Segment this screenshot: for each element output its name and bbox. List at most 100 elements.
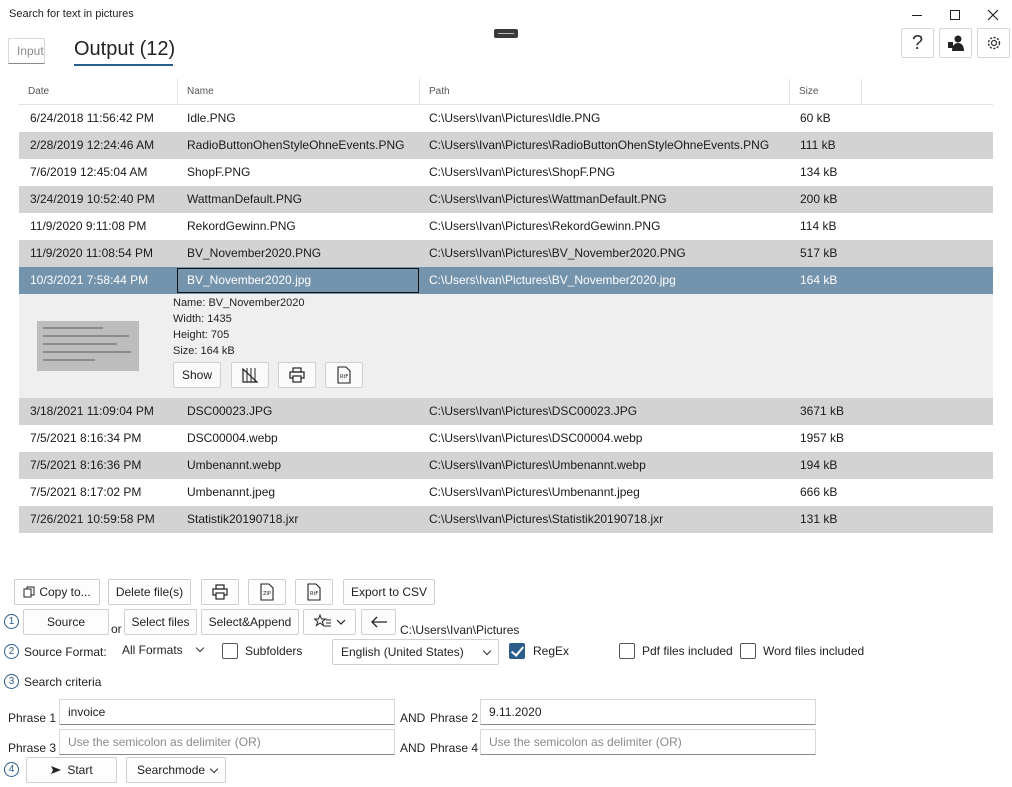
cell-path: C:\Users\Ivan\Pictures\DSC00004.webp — [429, 431, 643, 445]
and-label: AND — [400, 711, 426, 725]
table-row[interactable]: 3/18/2021 11:09:04 PM DSC00023.JPG C:\Us… — [19, 398, 993, 425]
copy-icon — [23, 586, 35, 598]
cell-size: 111 kB — [800, 138, 836, 152]
show-button[interactable]: Show — [173, 362, 221, 388]
select-files-button[interactable]: Select files — [124, 609, 197, 635]
results-table: Date Name Path Size 6/24/2018 11:56:42 P… — [19, 79, 993, 533]
cell-name: BV_November2020.PNG — [187, 246, 322, 260]
regex-checkbox[interactable] — [509, 643, 525, 659]
cell-date: 2/28/2019 12:24:46 AM — [30, 138, 155, 152]
cell-path: C:\Users\Ivan\Pictures\WattmanDefault.PN… — [429, 192, 667, 206]
word-checkbox[interactable] — [740, 643, 756, 659]
account-button[interactable] — [939, 28, 972, 58]
table-row[interactable]: 7/26/2021 10:59:58 PM Statistik20190718.… — [19, 506, 993, 533]
cell-path: C:\Users\Ivan\Pictures\Umbenannt.jpeg — [429, 485, 640, 499]
cell-date: 7/26/2021 10:59:58 PM — [30, 512, 155, 526]
format-select[interactable]: All Formats — [114, 637, 211, 663]
minimize-button[interactable] — [902, 4, 932, 26]
cell-name: DSC00004.webp — [187, 431, 278, 445]
table-row[interactable]: 7/5/2021 8:16:34 PM DSC00004.webp C:\Use… — [19, 425, 993, 452]
pdf-checkbox[interactable] — [619, 643, 635, 659]
table-row[interactable]: 7/5/2021 8:16:36 PM Umbenannt.webp C:\Us… — [19, 452, 993, 479]
tab-output[interactable]: Output (12) — [74, 38, 175, 61]
cell-name: RekordGewinn.PNG — [187, 219, 296, 233]
column-header-name[interactable]: Name — [177, 79, 419, 105]
cell-size: 114 kB — [800, 219, 837, 233]
export-csv-button[interactable]: Export to CSV — [343, 579, 435, 605]
print-list-button[interactable] — [201, 579, 239, 605]
rtf-document-icon: RtF — [307, 583, 321, 601]
tab-input[interactable]: Input — [8, 38, 45, 64]
cell-name: Idle.PNG — [187, 111, 236, 125]
subfolders-label: Subfolders — [245, 644, 303, 658]
cell-size: 131 kB — [800, 512, 838, 526]
print-button[interactable] — [278, 362, 316, 388]
phrase-1-label: Phrase 1 — [8, 711, 57, 725]
minimize-icon — [912, 14, 922, 16]
delete-files-button[interactable]: Delete file(s) — [108, 579, 191, 605]
column-header-empty — [861, 79, 993, 105]
cell-size: 1957 kB — [800, 431, 845, 445]
phrase-3-input[interactable]: Use the semicolon as delimiter (OR) — [59, 729, 395, 755]
cell-size: 666 kB — [800, 485, 838, 499]
settings-button[interactable] — [977, 28, 1010, 58]
cell-date: 6/24/2018 11:56:42 PM — [30, 111, 154, 125]
favorites-dropdown[interactable] — [303, 609, 356, 635]
table-row-selected[interactable]: 10/3/2021 7:58:44 PM BV_November2020.jpg… — [19, 267, 993, 294]
svg-text:RtF: RtF — [310, 591, 318, 597]
language-select[interactable]: English (United States) — [332, 639, 499, 665]
step-3-number: 3 — [4, 674, 19, 689]
cell-path: C:\Users\Ivan\Pictures\DSC00023.JPG — [429, 404, 638, 418]
send-icon — [51, 766, 62, 774]
phrase-1-input[interactable]: invoice — [59, 699, 395, 725]
svg-text:RtF: RtF — [340, 374, 348, 380]
cell-date: 7/6/2019 12:45:04 AM — [30, 165, 148, 179]
phrase-2-label: Phrase 2 — [430, 711, 479, 725]
close-button[interactable] — [978, 4, 1008, 26]
subfolders-checkbox[interactable] — [222, 643, 238, 659]
rtf-button[interactable]: RtF — [325, 362, 363, 388]
cell-date: 3/24/2019 10:52:40 PM — [30, 192, 155, 206]
rtf-export-button[interactable]: RtF — [295, 579, 333, 605]
table-row[interactable]: 7/5/2021 8:17:02 PM Umbenannt.jpeg C:\Us… — [19, 479, 993, 506]
arrow-left-icon — [370, 616, 387, 628]
ocr-button[interactable] — [231, 362, 269, 388]
phrase-3-label: Phrase 3 — [8, 741, 57, 755]
select-append-button[interactable]: Select&Append — [201, 609, 299, 635]
chevron-down-icon — [209, 764, 219, 774]
step-2-number: 2 — [4, 644, 19, 659]
phrase-2-input[interactable]: 9.11.2020 — [480, 699, 816, 725]
cell-name-editor[interactable]: BV_November2020.jpg — [177, 268, 419, 293]
cell-date: 11/9/2020 11:08:54 PM — [30, 246, 153, 260]
column-header-path[interactable]: Path — [419, 79, 789, 105]
source-button[interactable]: Source — [23, 609, 109, 635]
searchmode-dropdown[interactable]: Searchmode — [126, 757, 226, 783]
table-row[interactable]: 7/6/2019 12:45:04 AM ShopF.PNG C:\Users\… — [19, 159, 993, 186]
source-format-label: Source Format: — [24, 645, 107, 659]
table-row[interactable]: 3/24/2019 10:52:40 PM WattmanDefault.PNG… — [19, 186, 993, 213]
copy-to-button[interactable]: Copy to... — [14, 579, 100, 605]
cell-size: 164 kB — [800, 273, 838, 287]
help-button[interactable]: ? — [901, 28, 934, 58]
start-label: Start — [67, 763, 93, 777]
column-header-size[interactable]: Size — [789, 79, 861, 105]
cell-name: Umbenannt.webp — [187, 458, 282, 472]
cell-date: 11/9/2020 9:11:08 PM — [30, 219, 147, 233]
table-row[interactable]: 6/24/2018 11:56:42 PM Idle.PNG C:\Users\… — [19, 105, 993, 132]
cell-path: C:\Users\Ivan\Pictures\RadioButtonOhenSt… — [429, 138, 770, 152]
cell-path: C:\Users\Ivan\Pictures\Umbenannt.webp — [429, 458, 646, 472]
printer-icon — [212, 584, 228, 600]
table-row[interactable]: 2/28/2019 12:24:46 AM RadioButtonOhenSty… — [19, 132, 993, 159]
drag-handle[interactable] — [494, 29, 518, 38]
back-button[interactable] — [361, 609, 396, 635]
maximize-button[interactable] — [940, 4, 970, 26]
start-button[interactable]: Start — [26, 757, 117, 783]
zip-button[interactable]: ZIP — [248, 579, 286, 605]
image-thumbnail[interactable] — [37, 321, 139, 371]
phrase-4-input[interactable]: Use the semicolon as delimiter (OR) — [480, 729, 816, 755]
column-header-date[interactable]: Date — [19, 79, 177, 105]
table-row[interactable]: 11/9/2020 9:11:08 PM RekordGewinn.PNG C:… — [19, 213, 993, 240]
table-row[interactable]: 11/9/2020 11:08:54 PM BV_November2020.PN… — [19, 240, 993, 267]
cell-name: RadioButtonOhenStyleOhneEvents.PNG — [187, 138, 405, 152]
searchmode-label: Searchmode — [137, 763, 206, 777]
